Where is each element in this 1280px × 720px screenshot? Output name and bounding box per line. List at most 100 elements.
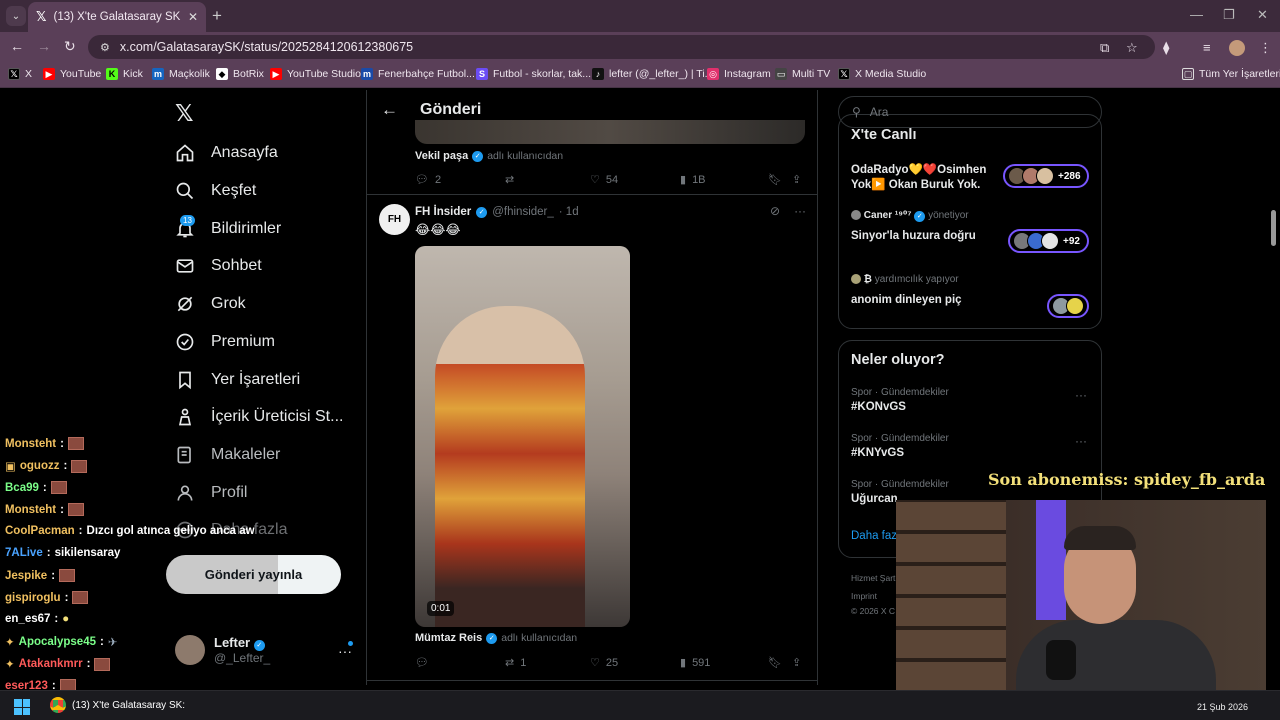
all-bookmarks-folder[interactable]: ▢ Tüm Yer İşaretleri bbox=[1182, 68, 1280, 80]
bookmark-button[interactable]: 🔖︎ bbox=[768, 173, 792, 186]
views-button[interactable]: ▮ 1B bbox=[680, 173, 768, 187]
tab-close-icon[interactable]: ✕ bbox=[188, 10, 198, 24]
star-icon[interactable]: ☆ bbox=[1126, 40, 1138, 56]
install-icon[interactable]: ⧉ bbox=[1100, 40, 1109, 56]
tweet-time[interactable]: · 1d bbox=[559, 206, 579, 218]
sidebar-item-chat[interactable]: Sohbet bbox=[175, 256, 262, 276]
trend-item[interactable]: Uğurcan bbox=[851, 493, 898, 505]
views-button[interactable]: ▮ 591 bbox=[680, 656, 768, 670]
media-icon[interactable]: ≡ bbox=[1203, 40, 1211, 55]
bookmark-kick[interactable]: K Kick bbox=[106, 68, 143, 80]
browser-toolbar: ← → ↻ ⚙ x.com/GalatasaraySK/status/20252… bbox=[0, 32, 1280, 62]
background-light bbox=[1036, 500, 1066, 620]
tweet-more-icon[interactable]: ··· bbox=[794, 204, 806, 218]
live-space-title[interactable]: Sinyor'la huzura doğru bbox=[851, 230, 976, 242]
bookmark-mackolik[interactable]: m Maçkolik bbox=[152, 68, 210, 80]
post-header: ← Gönderi bbox=[367, 90, 817, 130]
reload-icon[interactable]: ↻ bbox=[64, 38, 76, 55]
like-button[interactable]: ♡ 54 bbox=[590, 173, 680, 187]
back-icon[interactable]: ← bbox=[10, 38, 24, 54]
live-space-title[interactable]: anonim dinleyen piç bbox=[851, 294, 962, 306]
grok-icon[interactable]: ⊘ bbox=[770, 204, 780, 218]
browser-menu-icon[interactable]: ⋮ bbox=[1259, 40, 1272, 56]
url-text: x.com/GalatasaraySK/status/2025284120612… bbox=[119, 40, 414, 54]
heart-icon: ♡ bbox=[590, 174, 600, 186]
account-switcher[interactable]: Lefter ✓ @_Lefter_ bbox=[175, 635, 270, 665]
bookmark-youtube[interactable]: ▶ YouTube bbox=[43, 68, 101, 80]
like-button[interactable]: ♡ 25 bbox=[590, 656, 680, 670]
trend-item[interactable]: #KNYvGS bbox=[851, 447, 904, 459]
profile-handle: @_Lefter_ bbox=[214, 650, 271, 665]
windows-start-icon[interactable] bbox=[14, 699, 30, 715]
live-space-listeners[interactable]: +286 bbox=[1003, 164, 1089, 188]
bookmark-tiktok[interactable]: ♪ lefter (@_lefter_) | Ti... bbox=[592, 68, 713, 80]
share-button[interactable]: ⇪ bbox=[792, 173, 801, 186]
trend-more-icon[interactable]: ··· bbox=[1075, 434, 1087, 448]
search-icon: ⚲ bbox=[852, 105, 861, 119]
repost-button[interactable]: ⇄ bbox=[505, 173, 590, 186]
search-input[interactable]: ⚲ Ara bbox=[838, 96, 1102, 128]
trend-category: Spor · Gündemdekiler bbox=[851, 433, 949, 444]
new-tab-button[interactable]: + bbox=[212, 6, 222, 26]
browser-profile-avatar[interactable] bbox=[1229, 40, 1245, 56]
bookmark-fenerbahce[interactable]: m Fenerbahçe Futbol... bbox=[361, 68, 475, 80]
live-space-listeners[interactable] bbox=[1047, 294, 1089, 318]
share-icon: ⇪ bbox=[792, 657, 802, 669]
footer-link[interactable]: Hizmet Şart bbox=[851, 573, 895, 583]
extensions-icon[interactable]: ⧫ bbox=[1163, 40, 1169, 56]
window-close-button[interactable]: ✕ bbox=[1257, 7, 1268, 23]
footer-link[interactable]: Imprint bbox=[851, 591, 877, 601]
trend-more-icon[interactable]: ··· bbox=[1075, 388, 1087, 402]
share-button[interactable]: ⇪ bbox=[792, 656, 801, 669]
address-bar[interactable]: ⚙ x.com/GalatasaraySK/status/20252841206… bbox=[88, 35, 1155, 59]
trend-category: Spor · Gündemdekiler bbox=[851, 387, 949, 398]
taskbar-chrome-app[interactable]: (13) X'te Galatasaray SK: bbox=[50, 697, 185, 713]
sidebar-item-creator-studio[interactable]: İçerik Üreticisi St... bbox=[175, 407, 343, 427]
tab-search-button[interactable]: ⌄ bbox=[6, 6, 26, 26]
bookmark-futbol-skorlar[interactable]: S Futbol - skorlar, tak... bbox=[476, 68, 591, 80]
back-arrow-icon[interactable]: ← bbox=[381, 100, 398, 120]
tray-date: 21 Şub 2026 bbox=[1197, 702, 1249, 712]
author-name[interactable]: FH İnsider bbox=[415, 206, 471, 218]
chat-message: Bca99: bbox=[5, 481, 67, 494]
emote-image bbox=[59, 569, 76, 582]
bookmark-botrix[interactable]: ◆ BotRix bbox=[216, 68, 264, 80]
reply-button[interactable]: 💬︎ bbox=[415, 656, 505, 669]
live-space-title[interactable]: OdaRadyo💛❤️Osimhen Yok▶️ Okan Buruk Yok. bbox=[851, 163, 1001, 193]
bookmark-multitv[interactable]: ▭ Multi TV bbox=[775, 68, 830, 80]
page-title: Gönderi bbox=[420, 101, 482, 118]
restore-button[interactable]: ❐ bbox=[1223, 7, 1235, 23]
post-button[interactable]: Gönderi yayınla bbox=[166, 555, 341, 594]
sidebar-item-grok[interactable]: Grok bbox=[175, 294, 246, 314]
trend-item[interactable]: #KONvGS bbox=[851, 401, 906, 413]
chat-message: en_es67: ● bbox=[5, 613, 70, 625]
show-more-link[interactable]: Daha faz bbox=[851, 530, 897, 542]
divider bbox=[367, 194, 817, 195]
live-space-listeners[interactable]: +92 bbox=[1008, 229, 1089, 253]
site-info-icon[interactable]: ⚙ bbox=[100, 41, 110, 54]
bookmark-button[interactable]: 🔖︎ bbox=[768, 656, 792, 669]
reply-button[interactable]: 💬︎ 2 bbox=[415, 173, 505, 187]
repost-button[interactable]: ⇄ 1 bbox=[505, 656, 590, 670]
forward-icon[interactable]: → bbox=[37, 38, 51, 54]
minimize-button[interactable]: — bbox=[1190, 7, 1203, 22]
browser-tab-active[interactable]: 𝕏 (13) X'te Galatasaray SK: "Maç s ✕ bbox=[28, 2, 206, 32]
author-handle[interactable]: @fhinsider_ bbox=[492, 206, 554, 218]
avatar[interactable]: FH bbox=[379, 204, 410, 235]
bookmark-youtube-studio[interactable]: ▶ YouTube Studio bbox=[270, 68, 361, 80]
divider bbox=[367, 680, 817, 681]
sidebar-item-bookmarks[interactable]: Yer İşaretleri bbox=[175, 370, 300, 390]
bookmark-x-media-studio[interactable]: 𝕏X Media Studio bbox=[838, 68, 926, 80]
sidebar-item-premium[interactable]: Premium bbox=[175, 332, 275, 352]
chat-message: ▣ oguozz: bbox=[5, 459, 88, 473]
page-scrollbar[interactable] bbox=[1271, 210, 1276, 246]
sidebar-item-articles[interactable]: Makaleler bbox=[175, 445, 280, 465]
tweet-video[interactable]: 0:01 bbox=[415, 246, 630, 627]
sidebar-item-home[interactable]: Anasayfa bbox=[175, 143, 278, 163]
chat-message: ✦ Apocalypse45: ✈ bbox=[5, 636, 118, 649]
x-logo[interactable]: 𝕏 bbox=[175, 100, 194, 127]
bookmark-instagram[interactable]: ◎ Instagram bbox=[707, 68, 771, 80]
sidebar-item-profile[interactable]: Profil bbox=[175, 483, 247, 503]
sidebar-item-explore[interactable]: Keşfet bbox=[175, 181, 256, 201]
bookmark-x[interactable]: 𝕏X bbox=[8, 68, 32, 80]
